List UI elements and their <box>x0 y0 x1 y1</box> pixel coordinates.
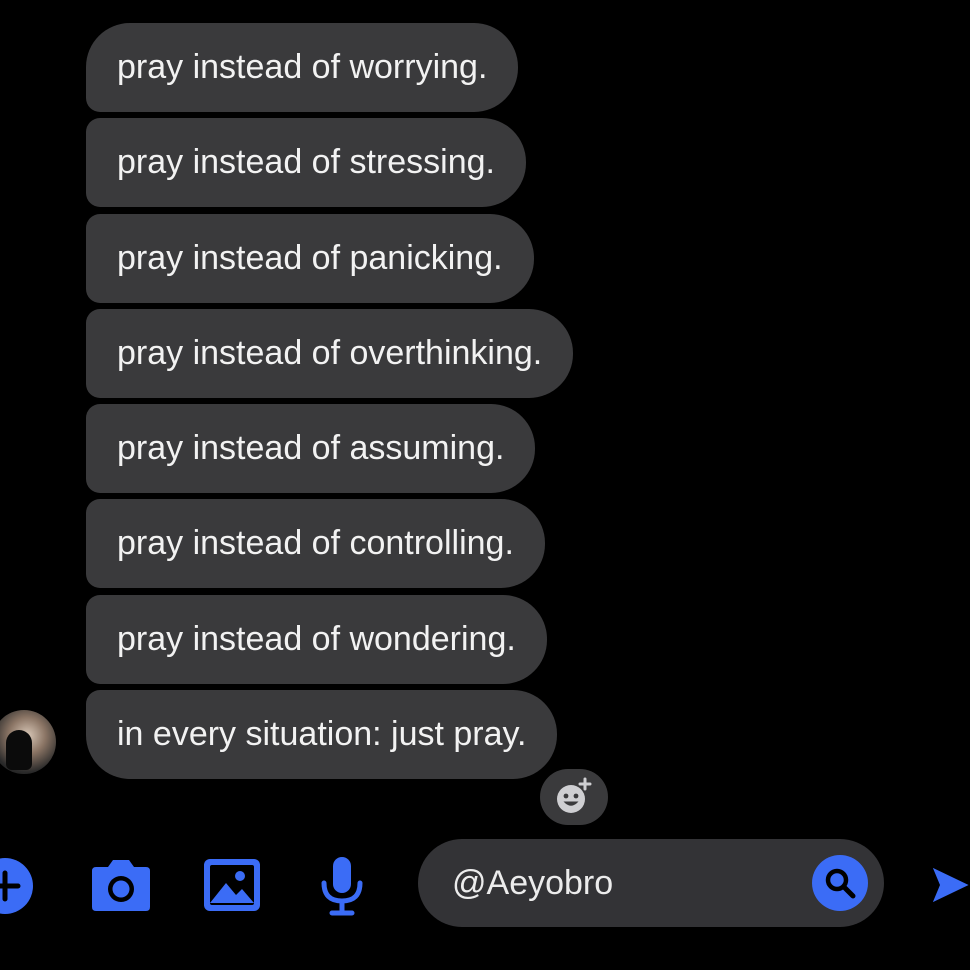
message-bubble[interactable]: pray instead of worrying. <box>86 23 519 112</box>
voice-button[interactable] <box>318 855 366 917</box>
avatar-figure <box>6 730 32 770</box>
camera-icon <box>92 860 150 911</box>
send-icon <box>932 867 969 903</box>
message-text: pray instead of worrying. <box>117 48 488 86</box>
add-reaction-icon <box>557 777 592 813</box>
composer-bar: @Aeyobro <box>0 835 970 935</box>
send-button[interactable] <box>930 855 970 915</box>
message-input-value: @Aeyobro <box>452 864 614 902</box>
message-bubble[interactable]: pray instead of overthinking. <box>86 308 574 398</box>
microphone-icon <box>321 857 363 916</box>
message-bubble[interactable]: pray instead of controlling. <box>86 499 545 589</box>
message-text: pray instead of controlling. <box>117 524 514 563</box>
message-bubble[interactable]: in every situation: just pray. <box>86 690 558 780</box>
plus-circle-icon <box>0 858 33 914</box>
avatar[interactable] <box>0 710 56 774</box>
message-text: pray instead of wondering. <box>117 619 516 658</box>
image-icon <box>204 859 260 911</box>
message-text: pray instead of panicking. <box>117 238 503 277</box>
camera-button[interactable] <box>88 857 154 915</box>
search-button[interactable] <box>812 855 868 911</box>
message-text: pray instead of overthinking. <box>117 333 543 372</box>
message-text: pray instead of assuming. <box>117 429 505 468</box>
add-button[interactable] <box>0 855 36 917</box>
message-input[interactable]: @Aeyobro <box>418 839 884 927</box>
message-text: pray instead of stressing. <box>117 143 495 182</box>
message-bubble[interactable]: pray instead of panicking. <box>86 213 534 303</box>
message-bubble[interactable]: pray instead of wondering. <box>86 594 547 684</box>
add-reaction-button[interactable] <box>540 769 608 825</box>
message-bubble[interactable]: pray instead of stressing. <box>86 118 526 208</box>
message-text: in every situation: just pray. <box>117 715 527 754</box>
search-icon <box>825 868 856 899</box>
gallery-button[interactable] <box>202 857 262 913</box>
message-bubble[interactable]: pray instead of assuming. <box>86 404 536 494</box>
message-thread: pray instead of worrying. pray instead o… <box>86 23 686 785</box>
